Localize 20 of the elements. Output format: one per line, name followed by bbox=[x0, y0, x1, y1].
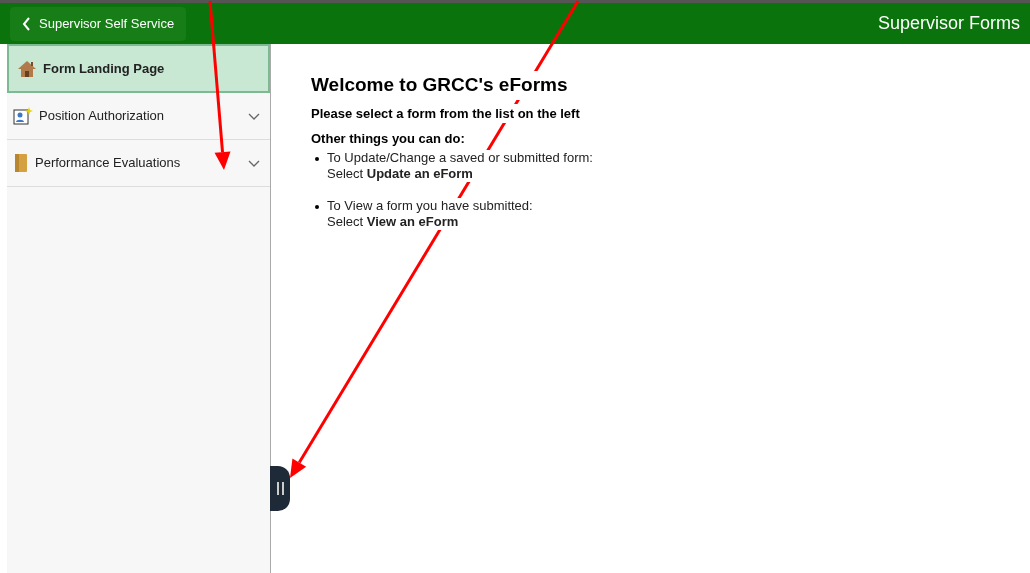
chevron-left-icon bbox=[22, 16, 31, 31]
folder-icon bbox=[13, 153, 29, 173]
back-button[interactable]: Supervisor Self Service bbox=[10, 6, 187, 41]
sidebar-item[interactable]: Position Authorization bbox=[7, 93, 270, 140]
list-title: Other things you can do: bbox=[311, 130, 466, 148]
collapse-handle[interactable] bbox=[270, 466, 290, 511]
list-item-text: To View a form you have submitted: bbox=[327, 197, 533, 214]
chevron-down-icon bbox=[248, 159, 260, 167]
welcome-heading: Welcome to GRCC's eForms bbox=[311, 71, 568, 100]
bullet-icon bbox=[315, 156, 319, 161]
list-item-text: To Update/Change a saved or submitted form: bbox=[327, 149, 593, 166]
page-title: Supervisor Forms bbox=[877, 12, 1020, 35]
list-item-text: Select Update an eForm bbox=[327, 165, 474, 182]
sidebar-item[interactable]: Form Landing Page bbox=[7, 44, 270, 93]
house-icon bbox=[17, 58, 37, 79]
chevron-down-icon bbox=[248, 112, 260, 120]
instruction-text: Please select a form from the list on the left bbox=[311, 103, 580, 123]
bullet-icon bbox=[315, 204, 319, 209]
id-card-icon bbox=[13, 106, 33, 126]
list-item-text: Select View an eForm bbox=[327, 213, 460, 230]
